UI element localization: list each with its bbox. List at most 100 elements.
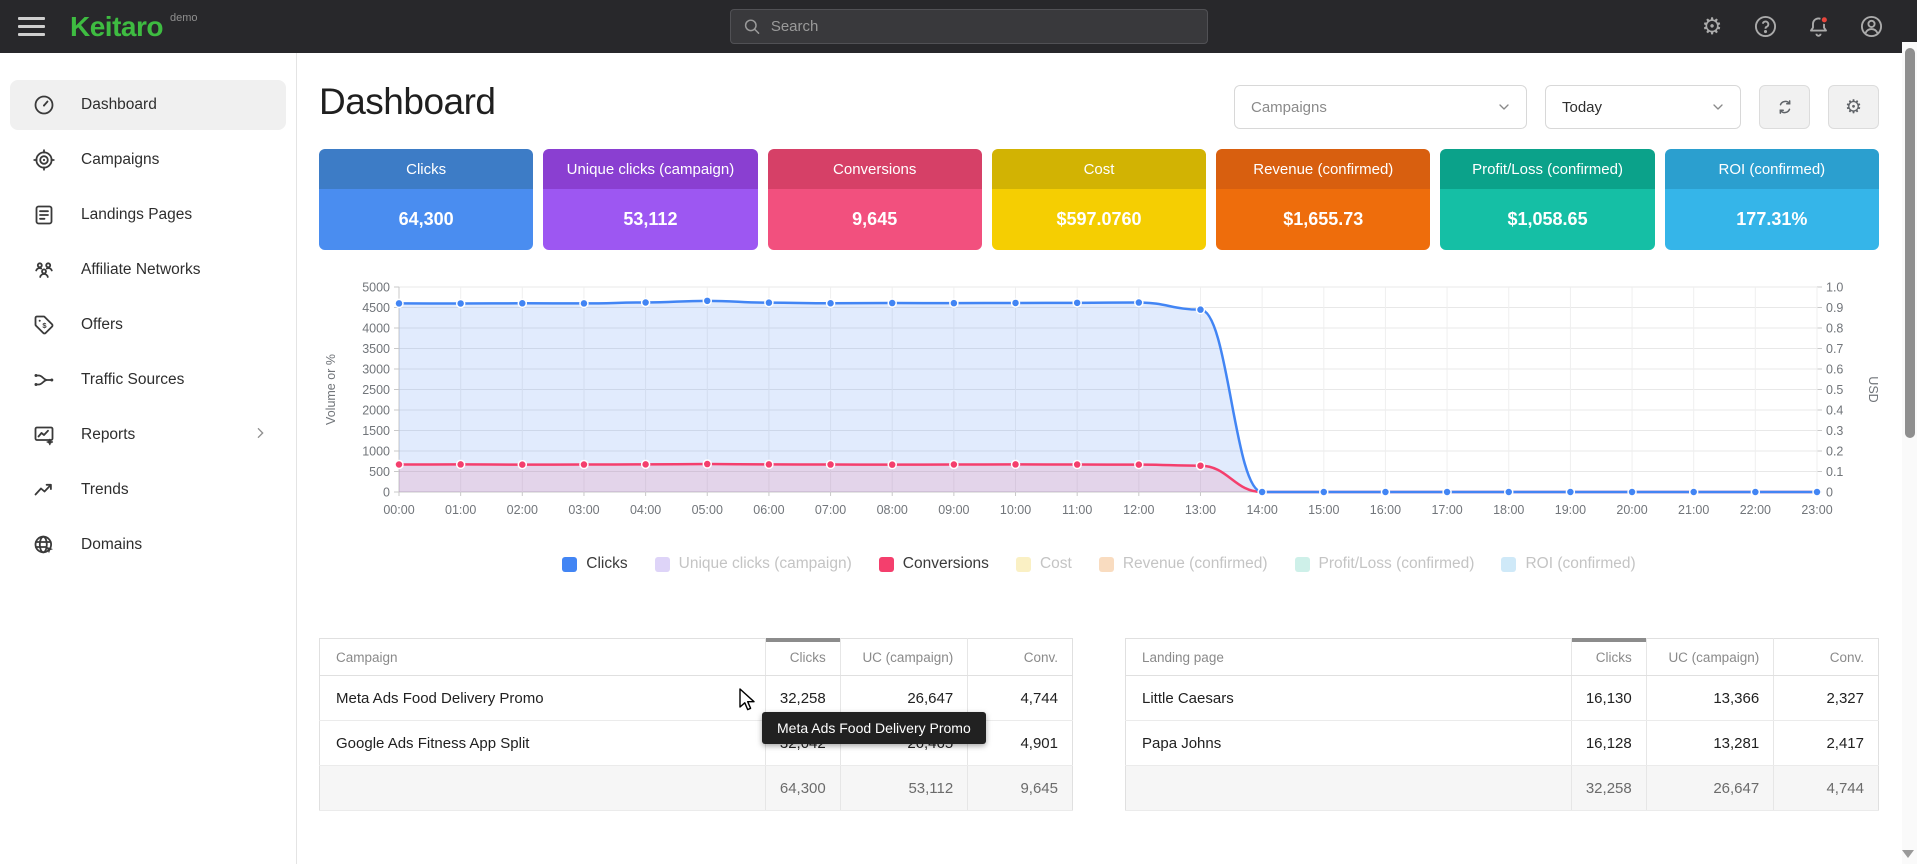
row-value-cell: 13,366 xyxy=(1646,676,1773,721)
svg-text:13:00: 13:00 xyxy=(1185,503,1216,517)
sidebar-item-landings-pages[interactable]: Landings Pages xyxy=(10,190,286,240)
reports-icon xyxy=(32,423,56,447)
row-name-cell[interactable]: Google Ads Fitness App Split xyxy=(320,721,766,766)
search-input[interactable] xyxy=(771,18,1195,35)
row-name-cell[interactable]: Papa Johns xyxy=(1126,721,1572,766)
svg-text:4500: 4500 xyxy=(362,301,390,315)
total-cell: 9,645 xyxy=(968,766,1073,811)
sidebar-item-offers[interactable]: $Offers xyxy=(10,300,286,350)
metric-card-value: 64,300 xyxy=(319,189,533,250)
sidebar-item-traffic-sources[interactable]: Traffic Sources xyxy=(10,355,286,405)
sidebar-item-domains[interactable]: Domains xyxy=(10,520,286,570)
metric-card-label: Unique clicks (campaign) xyxy=(543,149,757,189)
column-header[interactable]: Landing page xyxy=(1126,639,1572,676)
grouping-select[interactable]: Campaigns xyxy=(1234,85,1527,129)
metric-card-value: 53,112 xyxy=(543,189,757,250)
trends-icon xyxy=(32,478,56,502)
svg-text:01:00: 01:00 xyxy=(445,503,476,517)
legend-item-roi-confirmed[interactable]: ROI (confirmed) xyxy=(1501,555,1635,573)
scroll-down-arrow-icon[interactable] xyxy=(1902,850,1914,858)
svg-text:0.1: 0.1 xyxy=(1826,465,1843,479)
refresh-button[interactable] xyxy=(1759,85,1810,129)
metric-card-unique-clicks-campaign[interactable]: Unique clicks (campaign)53,112 xyxy=(543,149,757,250)
global-search[interactable] xyxy=(730,9,1208,44)
legend-label: ROI (confirmed) xyxy=(1525,555,1635,573)
legend-item-revenue-confirmed[interactable]: Revenue (confirmed) xyxy=(1099,555,1268,573)
sidebar-item-reports[interactable]: Reports xyxy=(10,410,286,460)
total-cell: 26,647 xyxy=(1646,766,1773,811)
column-header[interactable]: Clicks xyxy=(1571,639,1646,676)
totals-row: 64,30053,1129,645 xyxy=(320,766,1073,811)
page-scrollbar[interactable] xyxy=(1902,42,1917,864)
traffic-chart[interactable]: 50001.045000.940000.835000.730000.625000… xyxy=(319,273,1879,537)
row-name-cell[interactable]: Little Caesars xyxy=(1126,676,1572,721)
sidebar-nav: DashboardCampaignsLandings PagesAffiliat… xyxy=(0,53,297,864)
svg-text:07:00: 07:00 xyxy=(815,503,846,517)
svg-text:03:00: 03:00 xyxy=(568,503,599,517)
svg-text:1000: 1000 xyxy=(362,445,390,459)
total-cell: 64,300 xyxy=(765,766,840,811)
svg-text:06:00: 06:00 xyxy=(753,503,784,517)
table-row[interactable]: Papa Johns16,12813,2812,417 xyxy=(1126,721,1879,766)
row-name-cell[interactable]: Meta Ads Food Delivery Promo xyxy=(320,676,766,721)
gear-icon[interactable]: ⚙ xyxy=(1699,14,1725,40)
legend-item-clicks[interactable]: Clicks xyxy=(562,555,627,573)
logo-demo-label: demo xyxy=(170,12,198,24)
search-icon xyxy=(743,17,761,36)
metric-card-profit-loss-confirmed[interactable]: Profit/Loss (confirmed)$1,058.65 xyxy=(1440,149,1654,250)
legend-item-cost[interactable]: Cost xyxy=(1016,555,1072,573)
scrollbar-thumb[interactable] xyxy=(1905,48,1915,438)
legend-item-profit-loss-confirmed[interactable]: Profit/Loss (confirmed) xyxy=(1295,555,1475,573)
svg-text:15:00: 15:00 xyxy=(1308,503,1339,517)
svg-text:09:00: 09:00 xyxy=(938,503,969,517)
metric-card-roi-confirmed[interactable]: ROI (confirmed)177.31% xyxy=(1665,149,1879,250)
svg-text:0.9: 0.9 xyxy=(1826,301,1843,315)
svg-text:21:00: 21:00 xyxy=(1678,503,1709,517)
metric-card-cost[interactable]: Cost$597.0760 xyxy=(992,149,1206,250)
metric-cards-row: Clicks64,300Unique clicks (campaign)53,1… xyxy=(319,149,1879,250)
legend-label: Cost xyxy=(1040,555,1072,573)
column-header[interactable]: Clicks xyxy=(765,639,840,676)
metric-card-value: $1,058.65 xyxy=(1440,189,1654,250)
legend-swatch xyxy=(879,557,894,572)
metric-card-value: 177.31% xyxy=(1665,189,1879,250)
column-header[interactable]: Conv. xyxy=(968,639,1073,676)
help-icon[interactable] xyxy=(1752,14,1778,40)
legend-item-conversions[interactable]: Conversions xyxy=(879,555,989,573)
sidebar-item-campaigns[interactable]: Campaigns xyxy=(10,135,286,185)
svg-text:14:00: 14:00 xyxy=(1246,503,1277,517)
column-header[interactable]: UC (campaign) xyxy=(840,639,967,676)
svg-text:05:00: 05:00 xyxy=(692,503,723,517)
svg-text:5000: 5000 xyxy=(362,281,390,295)
metric-card-label: Revenue (confirmed) xyxy=(1216,149,1430,189)
account-icon[interactable] xyxy=(1858,14,1884,40)
menu-toggle-icon[interactable] xyxy=(10,7,56,47)
chart-legend: Clicks Unique clicks (campaign) Conversion… xyxy=(319,555,1879,573)
metric-card-revenue-confirmed[interactable]: Revenue (confirmed)$1,655.73 xyxy=(1216,149,1430,250)
metric-card-clicks[interactable]: Clicks64,300 xyxy=(319,149,533,250)
notification-badge xyxy=(1821,17,1828,24)
legend-label: Clicks xyxy=(586,555,627,573)
column-header[interactable]: UC (campaign) xyxy=(1646,639,1773,676)
metric-card-value: 9,645 xyxy=(768,189,982,250)
date-range-select[interactable]: Today xyxy=(1545,85,1741,129)
offers-icon: $ xyxy=(32,313,56,337)
svg-text:4000: 4000 xyxy=(362,322,390,336)
column-header[interactable]: Conv. xyxy=(1774,639,1879,676)
sidebar-item-affiliate-networks[interactable]: Affiliate Networks xyxy=(10,245,286,295)
row-value-cell: 13,281 xyxy=(1646,721,1773,766)
column-header[interactable]: Campaign xyxy=(320,639,766,676)
svg-text:1.0: 1.0 xyxy=(1826,281,1843,295)
legend-item-unique-clicks-campaign[interactable]: Unique clicks (campaign) xyxy=(655,555,852,573)
total-cell: 32,258 xyxy=(1571,766,1646,811)
svg-text:00:00: 00:00 xyxy=(383,503,414,517)
page-title: Dashboard xyxy=(319,81,496,123)
sidebar-item-dashboard[interactable]: Dashboard xyxy=(10,80,286,130)
svg-text:0.5: 0.5 xyxy=(1826,383,1843,397)
bell-icon[interactable] xyxy=(1805,14,1831,40)
legend-label: Profit/Loss (confirmed) xyxy=(1319,555,1475,573)
metric-card-conversions[interactable]: Conversions9,645 xyxy=(768,149,982,250)
sidebar-item-trends[interactable]: Trends xyxy=(10,465,286,515)
table-row[interactable]: Little Caesars16,13013,3662,327 xyxy=(1126,676,1879,721)
dashboard-settings-button[interactable]: ⚙ xyxy=(1828,85,1879,129)
